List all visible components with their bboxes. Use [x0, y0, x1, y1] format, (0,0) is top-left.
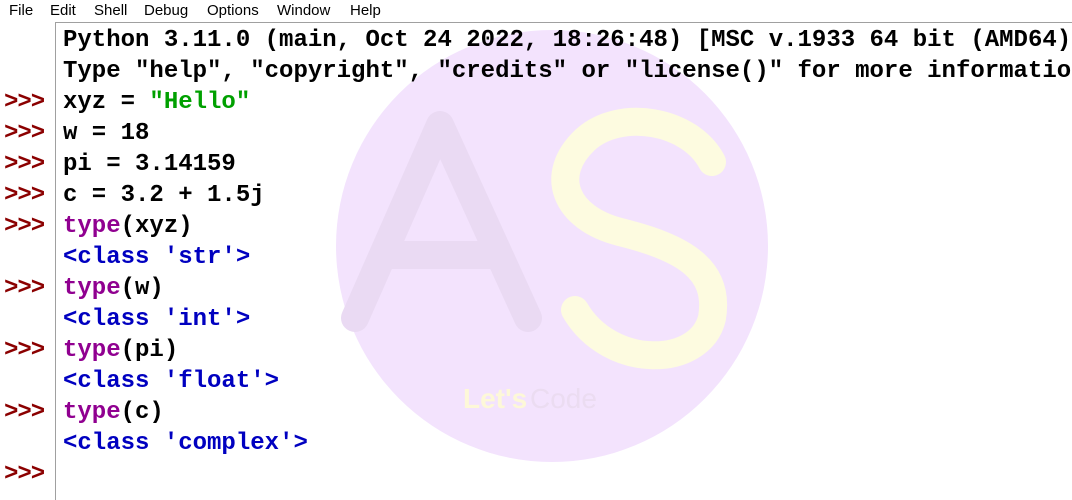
- code-text: (pi): [120, 337, 179, 364]
- code-text: w = 18: [63, 120, 150, 147]
- watermark-letter-a: [341, 111, 542, 332]
- code-text: xyz =: [63, 89, 150, 116]
- output-text: <class 'str'>: [63, 244, 251, 271]
- code-text: (c): [120, 399, 164, 426]
- output-line: <class 'complex'>: [63, 430, 308, 457]
- banner-line-2: Type "help", "copyright", "credits" or "…: [63, 58, 1072, 85]
- prompt-marker: >>>: [4, 399, 45, 426]
- input-line: pi = 3.14159: [63, 151, 236, 178]
- builtin-keyword: type: [63, 399, 121, 426]
- input-line: c = 3.2 + 1.5j: [63, 182, 265, 209]
- code-text: (xyz): [120, 213, 193, 240]
- prompt-marker: >>>: [4, 151, 45, 178]
- prompt-marker: >>>: [4, 120, 45, 147]
- output-line: <class 'float'>: [63, 368, 279, 395]
- prompt-marker: >>>: [4, 275, 45, 302]
- banner-line-1: Python 3.11.0 (main, Oct 24 2022, 18:26:…: [63, 27, 1072, 54]
- output-text: <class 'complex'>: [63, 430, 308, 457]
- watermark-letter-s: [551, 107, 728, 370]
- output-line: <class 'int'>: [63, 306, 250, 333]
- prompt-marker: >>>: [4, 213, 45, 240]
- input-line: type(xyz): [63, 213, 193, 240]
- code-text: pi = 3.14159: [63, 151, 236, 178]
- prompt-marker: >>>: [4, 337, 45, 364]
- input-line: w = 18: [63, 120, 149, 147]
- builtin-keyword: type: [63, 275, 121, 302]
- builtin-keyword: type: [63, 213, 121, 240]
- string-literal: "Hello": [149, 89, 251, 116]
- input-line: xyz = "Hello": [63, 89, 250, 116]
- prompt-marker: >>>: [4, 89, 45, 116]
- prompt-marker: >>>: [4, 461, 45, 488]
- watermark-tagline-code: Code: [530, 383, 597, 414]
- output-text: <class 'float'>: [63, 368, 280, 395]
- prompt-marker: >>>: [4, 182, 45, 209]
- code-text: c = 3.2 + 1.5j: [63, 182, 265, 209]
- input-line: type(w): [63, 275, 164, 302]
- output-line: <class 'str'>: [63, 244, 250, 271]
- builtin-keyword: type: [63, 337, 121, 364]
- watermark-tagline-lets: Let's: [463, 383, 527, 414]
- code-text: (w): [120, 275, 164, 302]
- output-text: <class 'int'>: [63, 306, 251, 333]
- input-line: type(pi): [63, 337, 178, 364]
- input-line: type(c): [63, 399, 164, 426]
